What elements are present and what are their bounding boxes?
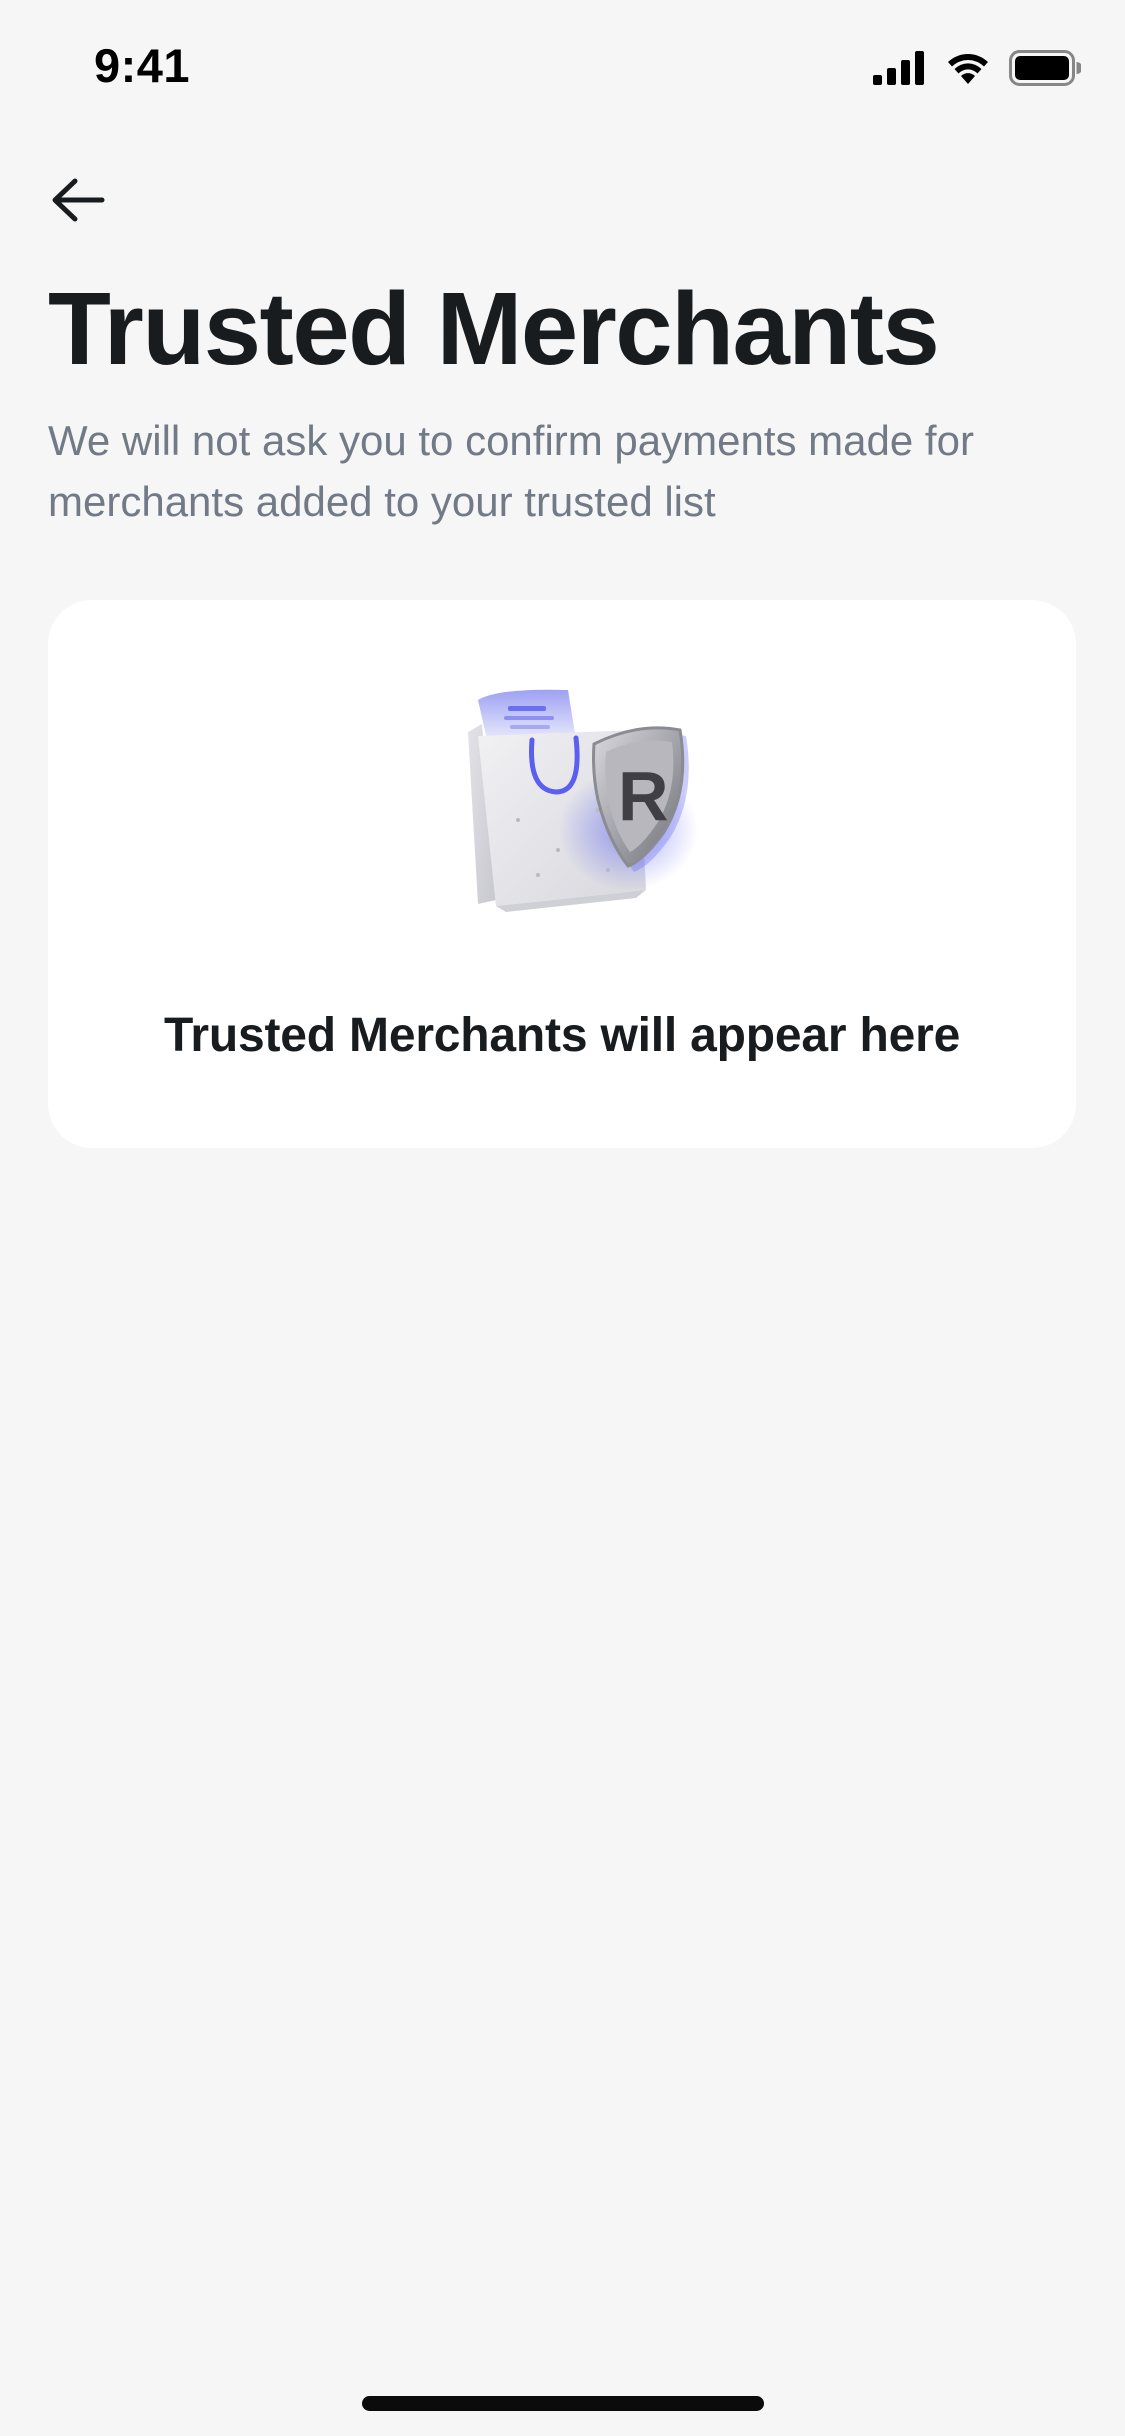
cellular-signal-icon	[873, 51, 924, 85]
page-description: We will not ask you to confirm payments …	[48, 417, 974, 525]
wifi-icon	[948, 54, 988, 84]
status-time: 9:41	[94, 39, 191, 92]
status-bar: 9:41	[0, 0, 1125, 132]
empty-state-message: Trusted Merchants will appear here	[163, 1009, 961, 1062]
back-button[interactable]	[48, 170, 108, 230]
status-icons	[873, 48, 1081, 88]
svg-text:R: R	[618, 757, 669, 835]
empty-state-card: R Trusted Merchants will appear here	[48, 600, 1076, 1148]
arrow-left-icon	[52, 178, 105, 222]
battery-icon	[1009, 50, 1081, 86]
home-indicator[interactable]	[362, 2396, 764, 2411]
shopping-bag-shield-illustration: R	[468, 689, 698, 912]
page-title: Trusted Merchants	[48, 271, 940, 386]
